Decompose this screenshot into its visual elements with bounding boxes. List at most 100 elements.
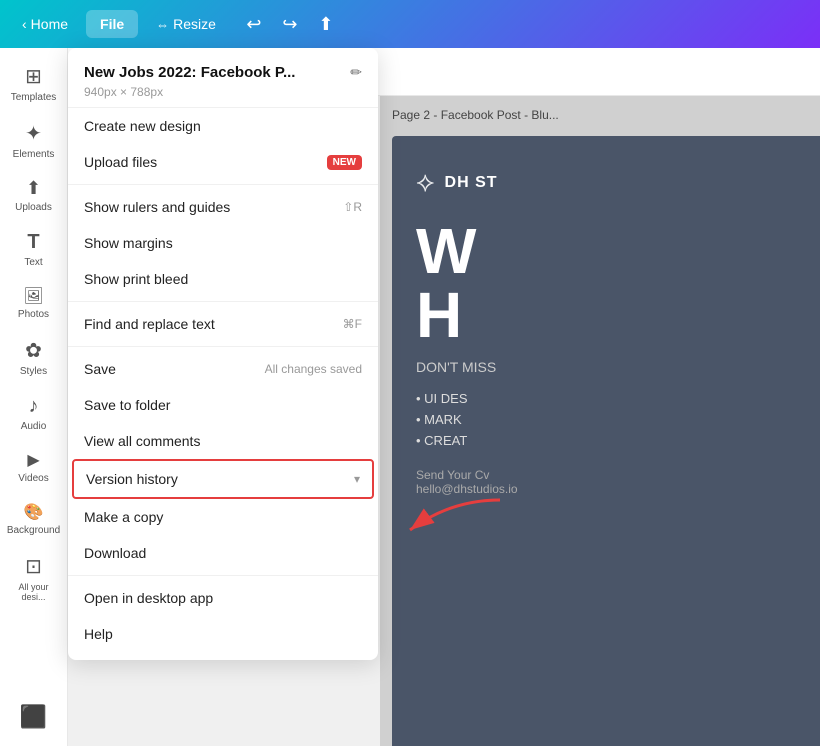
bullet-item: CREAT (416, 433, 796, 448)
menu-item-download[interactable]: Download (68, 535, 378, 571)
audio-icon: ♪ (29, 395, 39, 418)
qr-icon: ⬛ (20, 704, 47, 730)
preview-area: Page 2 - Facebook Post - Blu... ⟡ DH ST … (380, 96, 820, 746)
menu-item-make-copy[interactable]: Make a copy (68, 499, 378, 535)
sidebar-item-label: Templates (11, 92, 57, 103)
sidebar-item-background[interactable]: 🎨 Background (3, 494, 65, 544)
sidebar-item-videos[interactable]: ▶ Videos (3, 442, 65, 492)
menu-item-label: Show rulers and guides (84, 199, 230, 215)
alldesigns-icon: ⊡ (25, 554, 42, 579)
home-button[interactable]: ‹ Home (12, 10, 78, 38)
undo-button[interactable]: ↩ (238, 8, 270, 40)
menu-divider (68, 575, 378, 576)
page-label: Page 2 - Facebook Post - Blu... (392, 108, 559, 122)
menu-item-label: Save to folder (84, 397, 170, 413)
elements-icon: ✦ (25, 121, 42, 146)
menu-item-label: Open in desktop app (84, 590, 213, 606)
preview-bullets: UI DES MARK CREAT (416, 391, 796, 448)
sidebar-item-uploads[interactable]: ⬆ Uploads (3, 170, 65, 221)
menu-item-label: Help (84, 626, 113, 642)
menu-divider (68, 301, 378, 302)
styles-icon: ✿ (25, 338, 42, 363)
resize-label: Resize (173, 16, 216, 32)
menu-item-label: Save (84, 361, 116, 377)
uploads-icon: ⬆ (26, 178, 41, 199)
sidebar-item-alldesigns[interactable]: ⊡ All your desi... (3, 546, 65, 610)
home-label: Home (31, 16, 68, 32)
menu-item-find-replace[interactable]: Find and replace text ⌘F (68, 306, 378, 342)
bullet-item: MARK (416, 412, 796, 427)
menu-item-save-to-folder[interactable]: Save to folder (68, 387, 378, 423)
sidebar-item-label: Audio (21, 421, 47, 432)
menu-item-label: Create new design (84, 118, 201, 134)
save-status: All changes saved (265, 362, 362, 376)
sidebar-item-label: Styles (20, 366, 47, 377)
menu-item-label: Show margins (84, 235, 173, 251)
preview-logo: ⟡ DH ST (416, 166, 796, 199)
sidebar-item-label: Videos (18, 473, 48, 484)
menu-title: New Jobs 2022: Facebook P... (84, 64, 342, 81)
sidebar-item-label: Photos (18, 309, 49, 320)
menu-item-label: Show print bleed (84, 271, 188, 287)
preview-card: ⟡ DH ST WH DON'T MISS UI DES MARK CREAT … (392, 136, 820, 746)
sidebar-item-label: Text (24, 257, 42, 268)
menu-item-save[interactable]: Save All changes saved (68, 351, 378, 387)
menu-divider (68, 346, 378, 347)
menu-item-label: Upload files (84, 154, 157, 170)
resize-button[interactable]: ⇔ Resize (146, 10, 226, 38)
qr-code-button[interactable]: ⬛ (12, 696, 55, 738)
sidebar-item-label: All your desi... (9, 582, 59, 602)
upload-button[interactable]: ⬆ (310, 8, 342, 40)
shortcut-label: ⇧R (343, 200, 362, 214)
menu-divider (68, 184, 378, 185)
sidebar-item-audio[interactable]: ♪ Audio (3, 387, 65, 440)
text-icon: T (27, 231, 39, 254)
menu-item-view-comments[interactable]: View all comments (68, 423, 378, 459)
redo-button[interactable]: ↪ (274, 8, 306, 40)
chevron-left-icon: ‹ (22, 16, 27, 32)
sidebar-item-label: Elements (13, 149, 55, 160)
sidebar-item-text[interactable]: T Text (3, 223, 65, 276)
new-badge: NEW (327, 155, 362, 170)
sidebar-item-label: Uploads (15, 202, 52, 213)
menu-header: New Jobs 2022: Facebook P... ✏ 940px × 7… (68, 48, 378, 108)
menu-item-create-new-design[interactable]: Create new design (68, 108, 378, 144)
sidebar-item-label: Background (7, 525, 60, 536)
menu-item-label: Version history (86, 471, 178, 487)
dont-miss-text: DON'T MISS (416, 359, 796, 375)
menu-item-label: Find and replace text (84, 316, 215, 332)
logo-text: DH ST (445, 174, 498, 192)
sidebar-item-elements[interactable]: ✦ Elements (3, 113, 65, 168)
file-menu-button[interactable]: File (86, 10, 138, 38)
menu-item-help[interactable]: Help (68, 616, 378, 652)
file-dropdown-menu: New Jobs 2022: Facebook P... ✏ 940px × 7… (68, 48, 378, 660)
submenu-arrow-icon: ▾ (354, 472, 360, 486)
shortcut-label: ⌘F (343, 317, 362, 331)
menu-item-show-margins[interactable]: Show margins (68, 225, 378, 261)
menu-item-open-desktop[interactable]: Open in desktop app (68, 580, 378, 616)
sidebar-item-templates[interactable]: ⊞ Templates (3, 56, 65, 111)
photos-icon: 🖼 (23, 286, 43, 306)
background-icon: 🎨 (24, 502, 44, 522)
menu-subtitle: 940px × 788px (84, 85, 362, 99)
send-cv-label: Send Your Cv (416, 468, 796, 482)
file-label: File (100, 16, 124, 32)
resize-icon: ⇔ (156, 17, 169, 32)
preview-contact: Send Your Cv hello@dhstudios.io (416, 468, 796, 496)
sidebar-item-photos[interactable]: 🖼 Photos (3, 278, 65, 328)
bullet-item: UI DES (416, 391, 796, 406)
menu-item-show-rulers[interactable]: Show rulers and guides ⇧R (68, 189, 378, 225)
videos-icon: ▶ (27, 450, 39, 470)
menu-item-show-print-bleed[interactable]: Show print bleed (68, 261, 378, 297)
email-text: hello@dhstudios.io (416, 482, 796, 496)
sidebar: ⊞ Templates ✦ Elements ⬆ Uploads T Text … (0, 48, 68, 746)
topbar-actions: ↩ ↪ ⬆ (238, 8, 342, 40)
menu-item-version-history[interactable]: Version history ▾ (72, 459, 374, 499)
menu-item-label: View all comments (84, 433, 200, 449)
menu-item-upload-files[interactable]: Upload files NEW (68, 144, 378, 180)
templates-icon: ⊞ (25, 64, 42, 89)
sidebar-item-styles[interactable]: ✿ Styles (3, 330, 65, 385)
menu-item-label: Make a copy (84, 509, 163, 525)
edit-title-icon[interactable]: ✏ (350, 64, 362, 81)
topbar: ‹ Home File ⇔ Resize ↩ ↪ ⬆ (0, 0, 820, 48)
